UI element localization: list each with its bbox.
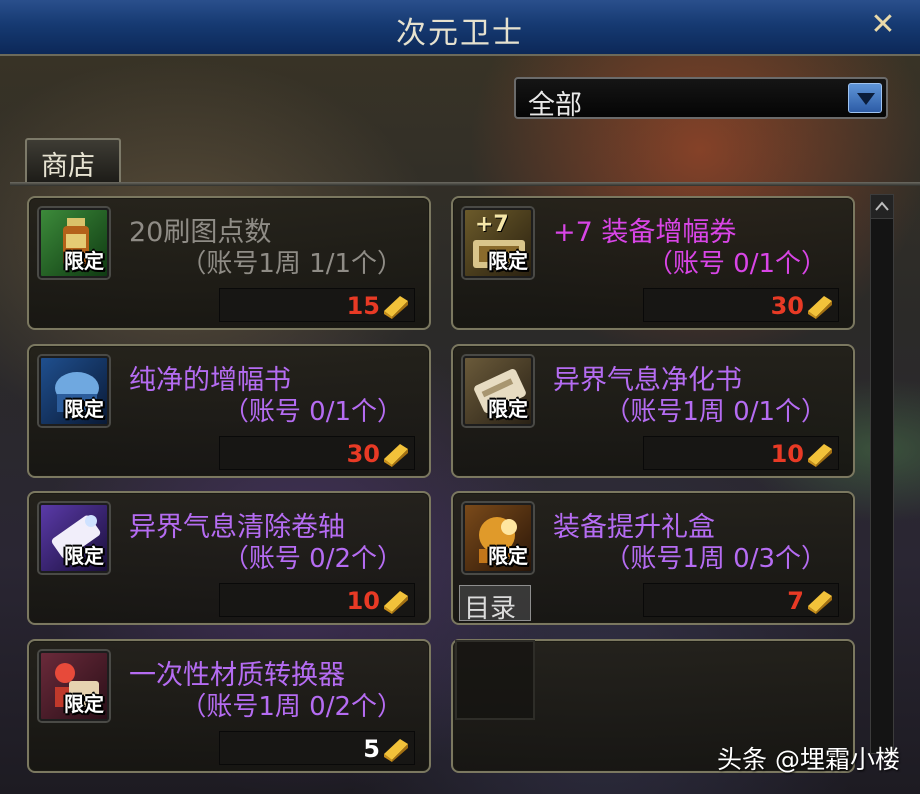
filter-selected-value: 全部	[528, 90, 582, 121]
scrollbar[interactable]	[870, 194, 894, 754]
shop-item-card[interactable]: 限定 纯净的增幅书 （账号 0/1个） 30	[27, 344, 431, 478]
window-title: 次元卫士	[396, 16, 524, 51]
limited-badge: 限定	[64, 692, 104, 716]
shop-window: 次元卫士 ✕ 全部 商店 限定 20刷图点数 （账号1周 1/1个） 15 +7…	[0, 0, 920, 794]
limited-badge: 限定	[488, 544, 528, 568]
purple-scroll-icon: 限定	[39, 503, 109, 573]
gold-bar-icon	[808, 444, 832, 467]
title-bar: 次元卫士 ✕	[0, 0, 920, 56]
blue-book-icon: 限定	[39, 356, 109, 426]
price-value: 30	[346, 440, 380, 468]
limited-badge: 限定	[64, 249, 104, 273]
category-filter-select[interactable]: 全部	[514, 77, 888, 121]
catalog-tooltip-label: 目录	[464, 594, 517, 624]
item-price: 30	[219, 436, 415, 470]
price-value: 7	[787, 587, 804, 615]
item-purchase-limit: （账号1周 1/1个）	[180, 249, 403, 279]
item-price: 10	[643, 436, 839, 470]
item-purchase-limit: （账号 0/2个）	[222, 544, 403, 574]
shop-item-card[interactable]: 限定 异界气息净化书 （账号1周 0/1个） 10	[451, 344, 855, 478]
potion-bottle-icon: 限定	[39, 208, 109, 278]
shop-item-card[interactable]: 限定 一次性材质转换器 （账号1周 0/2个） 5	[27, 639, 431, 773]
gold-bar-icon	[808, 591, 832, 614]
price-value: 15	[346, 292, 380, 320]
gold-bar-icon	[384, 444, 408, 467]
chevron-up-icon	[875, 201, 889, 211]
gold-bar-icon	[384, 296, 408, 319]
item-purchase-limit: （账号1周 0/2个）	[180, 692, 403, 722]
shop-item-card[interactable]: +7 限定 +7 装备增幅券 （账号 0/1个） 30	[451, 196, 855, 330]
shop-item-card[interactable]: 限定 异界气息清除卷轴 （账号 0/2个） 10	[27, 491, 431, 625]
limited-badge: 限定	[488, 249, 528, 273]
limited-badge: 限定	[64, 544, 104, 568]
chevron-down-icon	[857, 93, 875, 105]
price-value: 30	[770, 292, 804, 320]
gold-bar-icon	[384, 739, 408, 762]
catalog-tooltip: 目录	[459, 585, 531, 624]
empty-item-slot	[455, 640, 535, 720]
dropdown-arrow-button[interactable]	[848, 83, 882, 113]
shop-item-card[interactable]: 限定 20刷图点数 （账号1周 1/1个） 15	[27, 196, 431, 330]
gift-box-icon: 限定	[463, 503, 533, 573]
item-purchase-limit: （账号1周 0/1个）	[604, 397, 827, 427]
limited-badge: 限定	[64, 397, 104, 421]
price-value: 5	[363, 735, 380, 763]
item-price: 10	[219, 583, 415, 617]
scroll-paper-icon: 限定	[463, 356, 533, 426]
icon-caption: +7	[475, 212, 509, 237]
material-converter-icon: 限定	[39, 651, 109, 721]
watermark: 头条 @埋霜小楼	[717, 745, 900, 774]
scroll-up-button[interactable]	[871, 195, 893, 219]
item-purchase-limit: （账号 0/1个）	[646, 249, 827, 279]
item-price: 15	[219, 288, 415, 322]
gold-bar-icon	[808, 296, 832, 319]
item-price: 30	[643, 288, 839, 322]
plus7-ticket-icon: +7 限定	[463, 208, 533, 278]
price-value: 10	[770, 440, 804, 468]
tab-shop[interactable]: 商店	[25, 138, 121, 182]
limited-badge: 限定	[488, 397, 528, 421]
item-purchase-limit: （账号1周 0/3个）	[604, 544, 827, 574]
item-price: 7	[643, 583, 839, 617]
close-button[interactable]: ✕	[868, 10, 898, 42]
price-value: 10	[346, 587, 380, 615]
gold-bar-icon	[384, 591, 408, 614]
item-price: 5	[219, 731, 415, 765]
item-purchase-limit: （账号 0/1个）	[222, 397, 403, 427]
tab-shop-label: 商店	[41, 151, 95, 182]
tab-divider	[10, 182, 920, 186]
